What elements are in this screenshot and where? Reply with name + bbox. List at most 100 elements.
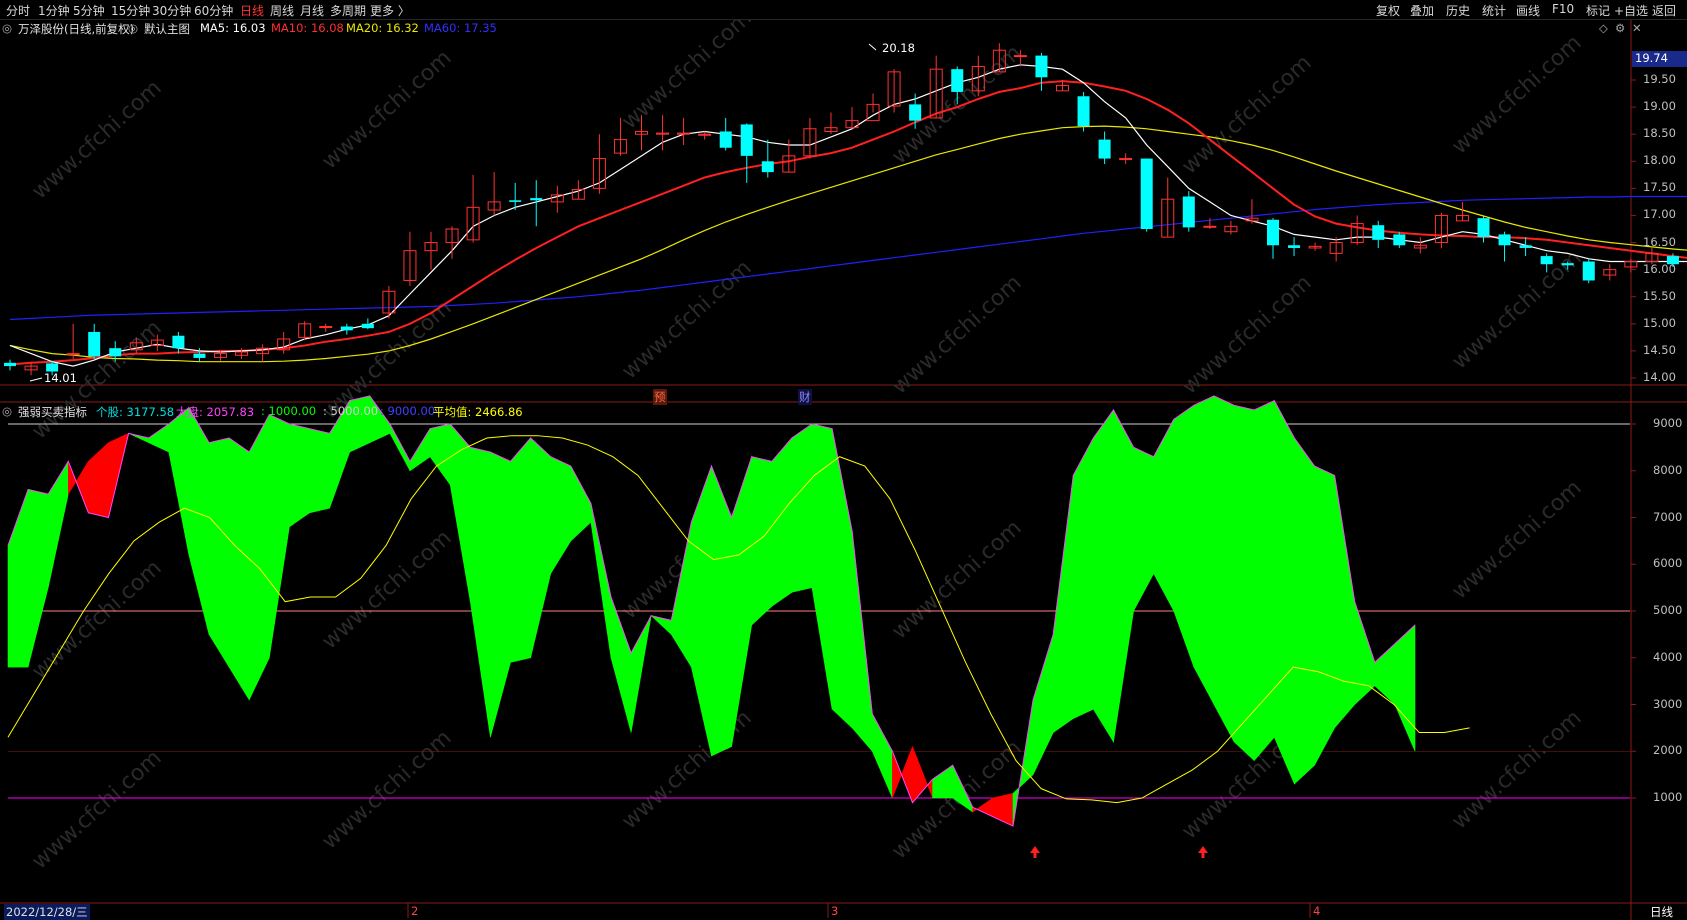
watermark-text: www.cfchi.com [617, 706, 756, 835]
period-tab-7[interactable]: 周线 [270, 2, 294, 19]
indicator-collapse-icon[interactable]: ◎ [2, 404, 12, 418]
candle-body-down [109, 348, 122, 357]
candle-body-down [1393, 234, 1406, 246]
indicator-band [630, 615, 652, 733]
indicator-band [932, 764, 954, 799]
indicator-band [188, 406, 210, 635]
indicator-band [1193, 395, 1215, 705]
low-pointer [29, 377, 43, 382]
forecast-marker: 预 [653, 389, 667, 405]
candle-body-down [1519, 245, 1532, 248]
ma60-path [9, 195, 1687, 321]
candle-body-down [530, 198, 543, 201]
indicator-band [1173, 404, 1195, 668]
high-price-label: 20.18 [882, 41, 915, 55]
ma20-path [9, 125, 1687, 363]
candle-body-down [1582, 261, 1595, 281]
candle-body-up [319, 326, 333, 329]
toolbar-button-6[interactable]: 标记 [1586, 2, 1610, 19]
toolbar-button-1[interactable]: 叠加 [1410, 2, 1434, 19]
ma10-label: MA10: 16.08 [271, 21, 344, 35]
period-tab-8[interactable]: 月线 [300, 2, 324, 19]
period-tab-1[interactable]: 1分钟 [38, 2, 70, 19]
indicator-band [1213, 395, 1235, 743]
indicator-band [47, 460, 69, 588]
period-tab-2[interactable]: 5分钟 [73, 2, 105, 19]
indicator-band [309, 428, 330, 514]
template-name[interactable]: 默认主图 [144, 21, 190, 37]
indicator-band [1032, 634, 1054, 775]
candle-body-down [1098, 139, 1111, 159]
indicator-band [469, 446, 491, 738]
indicator-tick-label: 4000 [1653, 649, 1683, 664]
indicator-band [831, 428, 853, 729]
toolbar-button-8[interactable]: 返回 [1652, 2, 1676, 19]
watermark-text: www.cfchi.com [1177, 271, 1316, 400]
ma60-line [9, 195, 1687, 321]
toolbar-button-3[interactable]: 统计 [1482, 2, 1506, 19]
indicator-band [1233, 404, 1255, 762]
indicator-band [530, 437, 552, 658]
indicator-tick-label: 7000 [1653, 509, 1683, 524]
watermark-text: www.cfchi.com [617, 20, 756, 134]
indicator-band [27, 489, 49, 668]
watermark-text: www.cfchi.com [887, 271, 1026, 400]
candle-body-down [1288, 245, 1301, 248]
settings-icon[interactable]: ⚙ [1615, 21, 1625, 35]
toolbar-button-5[interactable]: F10 [1552, 2, 1574, 16]
candle-body-down [1182, 196, 1195, 228]
period-tab-4[interactable]: 30分钟 [152, 2, 191, 19]
indicator-band [128, 433, 149, 444]
toolbar-button-2[interactable]: 历史 [1446, 2, 1470, 19]
candle-body-down [1077, 96, 1090, 127]
candle-body-up [1119, 158, 1133, 161]
cursor-date: 2022/12/28/三 [4, 904, 90, 920]
candle-body-down [509, 200, 522, 202]
price-tick-label: 19.50 [1643, 72, 1676, 86]
indicator-band [691, 465, 712, 756]
candle-body-down [193, 353, 206, 358]
price-tick-label: 15.50 [1643, 288, 1676, 303]
period-tab-0[interactable]: 分时 [6, 2, 30, 19]
stock-title: 万泽股份(日线,前复权) [18, 22, 135, 36]
high-pointer [868, 43, 877, 51]
price-tick-label: 18.00 [1643, 153, 1676, 168]
candle-body-down [1035, 55, 1048, 78]
toolbar-button-0[interactable]: 复权 [1376, 2, 1400, 19]
candle-body-down [4, 362, 16, 367]
period-tab-9[interactable]: 多周期 [330, 2, 366, 19]
kline-chart: www.cfchi.com www.cfchi.com www.cfchi.com w… [0, 20, 1687, 920]
indicator-band [409, 427, 431, 472]
indicator-band [389, 423, 411, 471]
watermark-text: www.cfchi.com [1447, 476, 1586, 605]
toolbar-button-4[interactable]: 画线 [1516, 2, 1540, 19]
template-icon[interactable]: ◎ [128, 21, 138, 35]
candle-body-down [1540, 256, 1553, 265]
indicator-band [248, 414, 270, 700]
period-tab-5[interactable]: 60分钟 [194, 2, 233, 19]
period-tab-6[interactable]: 日线 [240, 2, 264, 19]
watermark-text: www.cfchi.com [317, 726, 456, 855]
price-tick-label: 16.50 [1643, 234, 1676, 249]
diamond-icon[interactable]: ◇ [1599, 21, 1608, 35]
indicator-band [429, 423, 451, 486]
period-tab-10[interactable]: 更多 〉 [370, 2, 410, 19]
indicator-band [148, 423, 170, 453]
level-5000-value: : 5000.00 [323, 404, 379, 418]
candle-body-down [1372, 225, 1385, 240]
indicator-band [570, 465, 592, 542]
main-collapse-icon[interactable]: ◎ [2, 21, 12, 35]
price-tick-label: 14.50 [1643, 342, 1676, 357]
candle-body-down [1267, 219, 1279, 246]
period-tag: 日线 [1650, 905, 1673, 919]
month-label: 2 [411, 904, 419, 918]
close-icon[interactable]: ✕ [1632, 21, 1642, 35]
candle-body-up [1203, 225, 1217, 228]
dapan-value: 大盘: 2057.83 [176, 405, 255, 419]
candle-body-down [361, 323, 374, 329]
candle-body-down [909, 104, 922, 121]
toolbar-button-7[interactable]: +自选 [1614, 2, 1648, 19]
period-tab-3[interactable]: 15分钟 [111, 2, 150, 19]
indicator-band [871, 713, 893, 799]
indicator-tick-label: 3000 [1653, 696, 1683, 711]
